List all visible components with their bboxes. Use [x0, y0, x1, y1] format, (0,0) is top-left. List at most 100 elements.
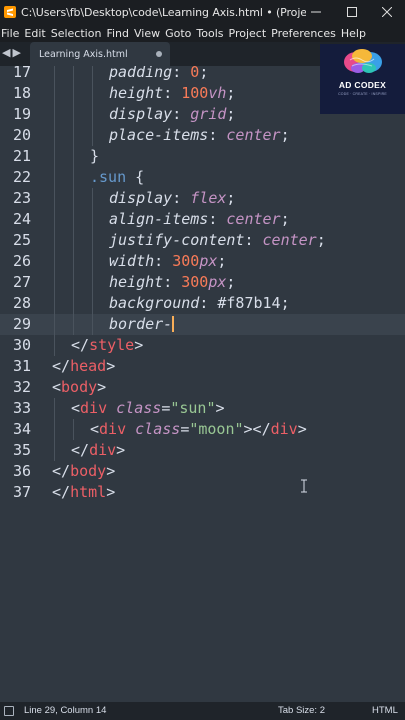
code-text: </style> [71, 336, 144, 354]
code-text: background: #f87b14; [109, 294, 290, 312]
indent-guide [73, 314, 74, 335]
indent-guide [73, 209, 74, 230]
indent-guide [73, 167, 74, 188]
line-number: 35 [12, 441, 31, 459]
code-line[interactable]: 33 <div class="sun"> [0, 398, 405, 419]
minimize-button[interactable] [298, 0, 334, 24]
indent-guide [92, 104, 93, 125]
indent-guide [92, 272, 93, 293]
code-text: <div class="sun"> [71, 399, 225, 417]
code-line[interactable]: 20 place-items: center; [0, 125, 405, 146]
code-text: <body> [52, 378, 107, 396]
indent-guide [54, 66, 55, 83]
indent-guide [54, 167, 55, 188]
indent-guide [92, 83, 93, 104]
indent-guide [92, 293, 93, 314]
indent-guide [73, 104, 74, 125]
brain-logo-icon [344, 49, 382, 73]
indent-guide [73, 230, 74, 251]
menu-selection[interactable]: Selection [51, 27, 107, 40]
indent-guide [73, 146, 74, 167]
code-text: } [90, 147, 100, 165]
menu-goto[interactable]: Goto [165, 27, 196, 40]
menu-tools[interactable]: Tools [196, 27, 228, 40]
cursor-position: Line 29, Column 14 [24, 705, 107, 716]
code-line[interactable]: 27 height: 300px; [0, 272, 405, 293]
code-line[interactable]: 22 .sun { [0, 167, 405, 188]
indent-guide [73, 188, 74, 209]
menu-edit[interactable]: Edit [24, 27, 50, 40]
indent-guide [73, 66, 74, 83]
code-line[interactable]: 21} [0, 146, 405, 167]
syntax-selector[interactable]: HTML [372, 705, 398, 716]
code-text: display: grid; [109, 105, 236, 123]
code-text: </head> [52, 357, 116, 375]
code-text: justify-content: center; [109, 231, 326, 249]
code-line[interactable]: 24 align-items: center; [0, 209, 405, 230]
indent-guide [54, 440, 55, 461]
code-text: display: flex; [109, 189, 236, 207]
code-line[interactable]: 31 </head> [0, 356, 405, 377]
code-text: .sun { [90, 168, 145, 186]
code-text: </div> [71, 441, 126, 459]
line-number: 25 [12, 231, 31, 249]
code-line[interactable]: 35 </div> [0, 440, 405, 461]
indent-guide [54, 251, 55, 272]
code-line[interactable]: 25 justify-content: center; [0, 230, 405, 251]
code-text: <div class="moon"></div> [90, 420, 307, 438]
indent-guide [73, 125, 74, 146]
tab-size-selector[interactable]: Tab Size: 2 [278, 705, 325, 716]
line-number: 23 [12, 189, 31, 207]
indent-guide [54, 146, 55, 167]
menu-find[interactable]: Find [106, 27, 134, 40]
close-button[interactable] [369, 0, 405, 24]
line-number: 33 [12, 399, 31, 417]
tab-learning-axis[interactable]: Learning Axis.html [30, 42, 170, 66]
menu-file[interactable]: File [0, 27, 24, 40]
code-line[interactable]: 32 <body> [0, 377, 405, 398]
menu-help[interactable]: Help [341, 27, 371, 40]
indent-guide [54, 272, 55, 293]
unsaved-dot-icon[interactable] [156, 51, 162, 57]
indent-guide [54, 335, 55, 356]
indent-guide [73, 83, 74, 104]
code-line[interactable]: 26 width: 300px; [0, 251, 405, 272]
panel-toggle-icon[interactable] [4, 706, 14, 716]
line-number: 26 [12, 252, 31, 270]
code-line[interactable]: 34 <div class="moon"></div> [0, 419, 405, 440]
tab-nav-arrows[interactable]: ◀▶ [2, 46, 23, 59]
indent-guide [92, 66, 93, 83]
indent-guide [54, 188, 55, 209]
code-line[interactable]: 29 border- [0, 314, 405, 335]
code-line[interactable]: 37 </html> [0, 482, 405, 503]
code-line[interactable]: 28 background: #f87b14; [0, 293, 405, 314]
line-number: 30 [12, 336, 31, 354]
code-text: height: 100vh; [109, 84, 236, 102]
menu-preferences[interactable]: Preferences [271, 27, 341, 40]
indent-guide [54, 104, 55, 125]
code-editor[interactable]: 17 padding: 0; 18 height: 100vh; 19 display: … [0, 66, 405, 702]
line-number: 34 [12, 420, 31, 438]
indent-guide [92, 209, 93, 230]
maximize-button[interactable] [334, 0, 370, 24]
indent-guide [54, 83, 55, 104]
indent-guide [54, 230, 55, 251]
menu-project[interactable]: Project [229, 27, 272, 40]
code-line[interactable]: 36 </body> [0, 461, 405, 482]
menu-view[interactable]: View [134, 27, 165, 40]
logo-tagline: CODE · CREATE · INSPIRE [338, 92, 387, 96]
line-number: 19 [12, 105, 31, 123]
code-line[interactable]: 30 </style> [0, 335, 405, 356]
line-number: 24 [12, 210, 31, 228]
arrow-left-icon[interactable]: ◀ [2, 46, 12, 59]
line-number: 28 [12, 294, 31, 312]
text-cursor-icon [301, 479, 307, 493]
text-caret [172, 316, 175, 332]
code-line[interactable]: 23 display: flex; [0, 188, 405, 209]
indent-guide [92, 230, 93, 251]
code-text: align-items: center; [109, 210, 290, 228]
line-number: 18 [12, 84, 31, 102]
arrow-right-icon[interactable]: ▶ [12, 46, 22, 59]
indent-guide [73, 293, 74, 314]
code-text: height: 300px; [109, 273, 236, 291]
